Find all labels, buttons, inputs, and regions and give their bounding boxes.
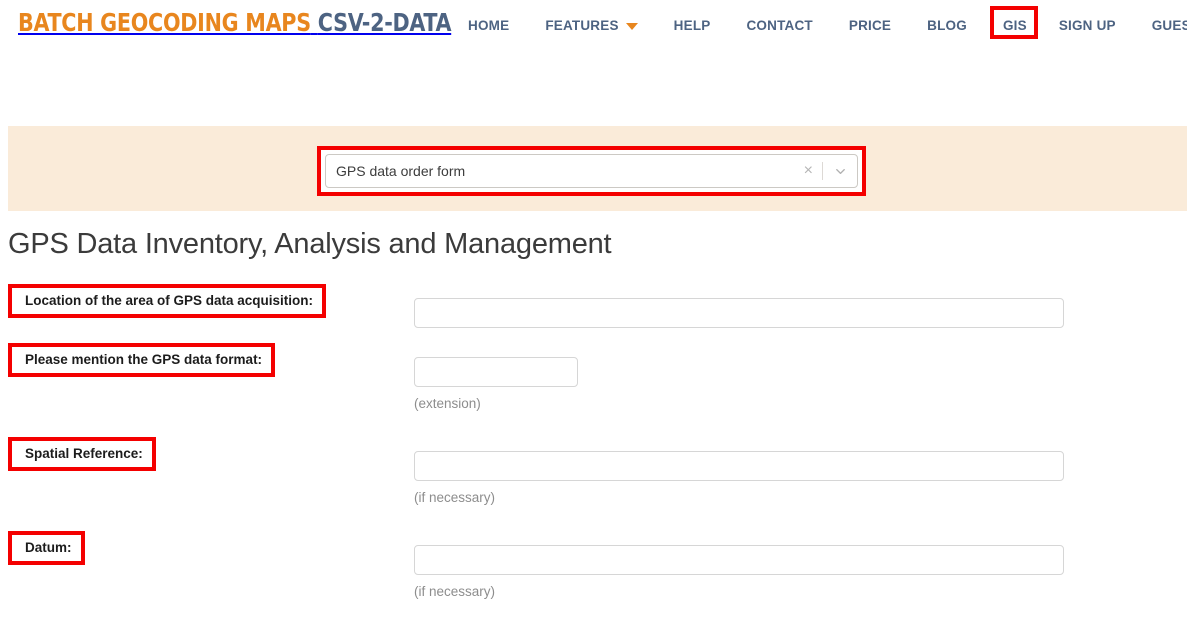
nav-item-help-label: HELP: [673, 18, 711, 33]
main-navigation: HOME FEATURES HELP CONTACT PRICE BLOG GI…: [468, 6, 1187, 39]
hint-data-format: (extension): [414, 396, 481, 411]
nav-item-features-label: FEATURES: [545, 18, 619, 33]
field-label-location: Location of the area of GPS data acquisi…: [8, 284, 327, 318]
field-label-datum: Datum:: [8, 531, 85, 565]
datum-input[interactable]: [414, 545, 1064, 575]
location-input[interactable]: [414, 298, 1064, 328]
hint-spatial-reference: (if necessary): [414, 490, 496, 505]
nav-item-home-label: HOME: [468, 18, 510, 33]
nav-item-blog-label: BLOG: [927, 18, 967, 33]
nav-item-home[interactable]: HOME: [468, 16, 509, 35]
chevron-down-icon[interactable]: [823, 164, 857, 179]
nav-item-gis[interactable]: GIS: [1003, 16, 1027, 35]
nav-item-gis-wrapper: GIS: [989, 6, 1038, 39]
spatial-reference-input[interactable]: [414, 451, 1064, 481]
site-header: BATCH GEOCODING MAPS CSV-2-DATA HOME FEA…: [0, 0, 1187, 46]
chevron-down-icon: [625, 23, 638, 30]
nav-item-price-label: PRICE: [848, 18, 892, 33]
nav-item-features[interactable]: FEATURES: [545, 16, 638, 35]
logo-text-secondary: CSV-2-DATA: [317, 8, 452, 37]
form-selector-value: GPS data order form: [336, 163, 466, 179]
field-label-data-format: Please mention the GPS data format:: [8, 343, 276, 377]
nav-item-signup-label: SIGN UP: [1058, 18, 1116, 33]
logo-text-primary: BATCH GEOCODING MAPS: [18, 8, 311, 37]
nav-item-signup[interactable]: SIGN UP: [1059, 16, 1116, 35]
nav-item-gis-label: GIS: [1002, 18, 1027, 33]
page-title: GPS Data Inventory, Analysis and Managem…: [8, 228, 612, 260]
nav-item-help[interactable]: HELP: [674, 16, 711, 35]
form-selector-combobox[interactable]: GPS data order form ×: [325, 154, 858, 188]
clear-icon[interactable]: ×: [795, 163, 822, 179]
nav-item-guest[interactable]: GUEST: [1152, 12, 1187, 39]
nav-item-blog[interactable]: BLOG: [927, 16, 967, 35]
nav-item-price[interactable]: PRICE: [849, 16, 891, 35]
field-label-spatial-reference: Spatial Reference:: [8, 437, 156, 471]
nav-item-guest-label: GUEST: [1151, 18, 1187, 33]
nav-item-contact-label: CONTACT: [746, 18, 813, 33]
data-format-input[interactable]: [414, 357, 578, 387]
nav-item-contact[interactable]: CONTACT: [746, 16, 812, 35]
hint-datum: (if necessary): [414, 584, 496, 599]
site-logo[interactable]: BATCH GEOCODING MAPS CSV-2-DATA: [18, 8, 451, 37]
